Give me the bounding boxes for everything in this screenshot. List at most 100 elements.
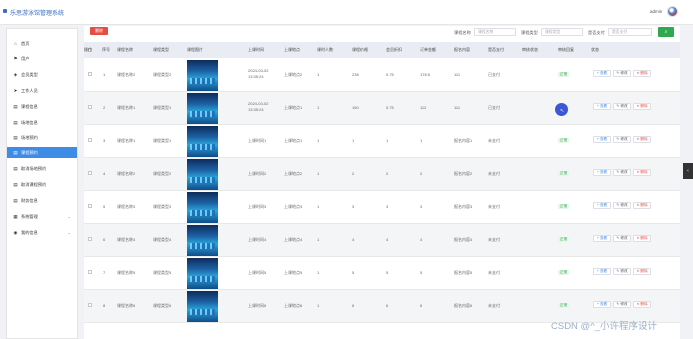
edit-button[interactable]: ✎ 修改 <box>613 103 631 110</box>
sidebar-item-9[interactable]: ▤ 取消课程预约 <box>7 179 77 190</box>
sidebar-item-label: 会员类型 <box>21 71 38 77</box>
cell-place: 上课地点2 <box>284 72 303 77</box>
table-row[interactable]: 2 课程名称1 课程类型1 2024-03-02 13:35:24 上课地点1 1 150 0… <box>84 92 680 125</box>
status-badge: 正常 <box>558 138 570 143</box>
course-image[interactable] <box>187 126 218 157</box>
row-checkbox[interactable] <box>88 105 92 109</box>
column-header[interactable]: 是否支付 <box>488 47 504 53</box>
cell-people: 1 <box>317 303 320 308</box>
delete-row-button[interactable]: ✕ 删除 <box>633 235 651 242</box>
column-header[interactable]: 操作 <box>84 47 92 53</box>
cell-paid: 未支付 <box>488 171 500 176</box>
view-button[interactable]: + 查看 <box>593 268 611 275</box>
edit-button[interactable]: ✎ 修改 <box>613 169 631 176</box>
delete-row-button[interactable]: ✕ 删除 <box>633 268 651 275</box>
search-button[interactable]: ⌕ <box>658 27 674 37</box>
sidebar-item-3[interactable]: ➤ 工作人员 <box>7 85 77 96</box>
course-image[interactable] <box>187 60 218 91</box>
column-header[interactable]: 课程价格 <box>352 47 368 53</box>
view-button[interactable]: + 查看 <box>593 70 611 77</box>
course-image[interactable] <box>187 93 218 124</box>
sidebar-item-11[interactable]: ▦ 系统管理 ⌄ <box>7 211 77 222</box>
column-header[interactable]: 课程图片 <box>187 47 203 53</box>
row-checkbox[interactable] <box>88 237 92 241</box>
delete-row-button[interactable]: ✕ 删除 <box>633 301 651 308</box>
table-row[interactable]: 3 课程名称1 课程类型1 上课时间1 上课地点1 1 1 1 1 报名内容1 未支付 正常 + 查看 ✎… <box>84 125 680 158</box>
view-button[interactable]: + 查看 <box>593 136 611 143</box>
column-header[interactable]: 会员折扣 <box>386 47 402 53</box>
edit-button[interactable]: ✎ 修改 <box>613 136 631 143</box>
cell-amount: 112 <box>420 105 427 110</box>
view-button[interactable]: + 查看 <box>593 169 611 176</box>
sidebar: ⌂ 首页 ⚑ 用户 ◈ 会员类型 ➤ 工作人员 ▤ 课程信息 ▤ 场地信息 ▤ 场地预约 ▤ 课程预约 ▤ 取消场… <box>6 28 78 339</box>
delete-row-button[interactable]: ✕ 删除 <box>633 169 651 176</box>
column-header[interactable]: 上课地点 <box>284 47 300 53</box>
cell-type: 课程类型2 <box>153 72 172 77</box>
delete-row-button[interactable]: ✕ 删除 <box>633 136 651 143</box>
sidebar-item-8[interactable]: ▤ 取消场地预约 <box>7 163 77 174</box>
view-button[interactable]: + 查看 <box>593 301 611 308</box>
table-row[interactable]: 4 课程名称2 课程类型2 上课时间2 上课地点2 1 2 2 2 报名内容2 未支付 正常 + 查看 ✎… <box>84 158 680 191</box>
logo-icon <box>3 9 7 13</box>
edit-button[interactable]: ✎ 修改 <box>613 301 631 308</box>
column-header[interactable]: 审核状态 <box>522 47 538 53</box>
table-row[interactable]: 1 课程名称2 课程类型2 2024-03-02 13:35:24 上课地点2 1 238 0… <box>84 59 680 92</box>
column-header[interactable]: 订单金额 <box>420 47 436 53</box>
column-header[interactable]: 课程类型 <box>153 47 169 53</box>
edit-button[interactable]: ✎ 修改 <box>613 202 631 209</box>
column-header[interactable]: 状态 <box>591 47 599 53</box>
delete-row-button[interactable]: ✕ 删除 <box>633 70 651 77</box>
course-image[interactable] <box>187 159 218 190</box>
row-checkbox[interactable] <box>88 72 92 76</box>
view-button[interactable]: + 查看 <box>593 235 611 242</box>
avatar[interactable] <box>667 6 678 17</box>
view-button[interactable]: + 查看 <box>593 103 611 110</box>
row-checkbox[interactable] <box>88 303 92 307</box>
cell-price: 2 <box>352 171 355 176</box>
collapse-handle[interactable]: ‹ <box>683 163 693 179</box>
status-badge: 正常 <box>558 72 570 77</box>
sidebar-item-6[interactable]: ▤ 场地预约 <box>7 132 77 143</box>
cell-amount: 6 <box>420 303 423 308</box>
edit-button[interactable]: ✎ 修改 <box>613 70 631 77</box>
sidebar-item-12[interactable]: ◉ 我的信息 ⌄ <box>7 227 77 238</box>
sidebar-item-4[interactable]: ▤ 课程信息 <box>7 101 77 112</box>
table-row[interactable]: 6 课程名称4 课程类型4 上课时间4 上课地点4 1 4 4 4 报名内容4 未支付 正常 + 查看 ✎… <box>84 224 680 257</box>
column-header[interactable]: 审核回复 <box>558 47 574 53</box>
cell-discount: 0.75 <box>386 72 394 77</box>
course-image[interactable] <box>187 225 218 256</box>
column-header[interactable]: 课时人数 <box>317 47 333 53</box>
sidebar-item-0[interactable]: ⌂ 首页 <box>7 38 77 49</box>
row-checkbox[interactable] <box>88 270 92 274</box>
user-name[interactable]: admin <box>650 9 662 14</box>
column-header[interactable]: 报名内容 <box>454 47 470 53</box>
column-header[interactable]: 上课时间 <box>248 47 264 53</box>
cell-discount: 3 <box>386 204 389 209</box>
table-row[interactable]: 7 课程名称5 课程类型5 上课时间5 上课地点5 1 5 5 5 报名内容5 未支付 正常 + 查看 ✎… <box>84 257 680 290</box>
column-header[interactable]: 课程名称 <box>117 47 133 53</box>
column-header[interactable]: 序号 <box>102 47 110 53</box>
sidebar-item-label: 我的信息 <box>21 229 38 235</box>
sidebar-item-5[interactable]: ▤ 场地信息 <box>7 117 77 128</box>
sidebar-item-10[interactable]: ▤ 财务信息 <box>7 195 77 206</box>
course-name-search-input[interactable]: 课程名称 <box>474 28 516 36</box>
row-checkbox[interactable] <box>88 171 92 175</box>
sidebar-item-1[interactable]: ⚑ 用户 <box>7 53 77 64</box>
sidebar-item-2[interactable]: ◈ 会员类型 <box>7 69 77 80</box>
edit-button[interactable]: ✎ 修改 <box>613 268 631 275</box>
course-image[interactable] <box>187 291 218 322</box>
delete-button[interactable]: 删除 <box>90 27 108 35</box>
delete-row-button[interactable]: ✕ 删除 <box>633 202 651 209</box>
row-checkbox[interactable] <box>88 204 92 208</box>
view-button[interactable]: + 查看 <box>593 202 611 209</box>
course-type-search-input[interactable]: 课程类型 <box>541 28 583 36</box>
delete-row-button[interactable]: ✕ 删除 <box>633 103 651 110</box>
paid-search-select[interactable]: 是否支付 <box>608 28 652 36</box>
cell-people: 1 <box>317 105 320 110</box>
sidebar-item-7[interactable]: ▤ 课程预约 <box>7 147 77 158</box>
edit-button[interactable]: ✎ 修改 <box>613 235 631 242</box>
course-image[interactable] <box>187 258 218 289</box>
course-image[interactable] <box>187 192 218 223</box>
row-checkbox[interactable] <box>88 138 92 142</box>
table-row[interactable]: 5 课程名称3 课程类型3 上课时间3 上课地点3 1 3 3 3 报名内容3 未支付 正常 + 查看 ✎… <box>84 191 680 224</box>
